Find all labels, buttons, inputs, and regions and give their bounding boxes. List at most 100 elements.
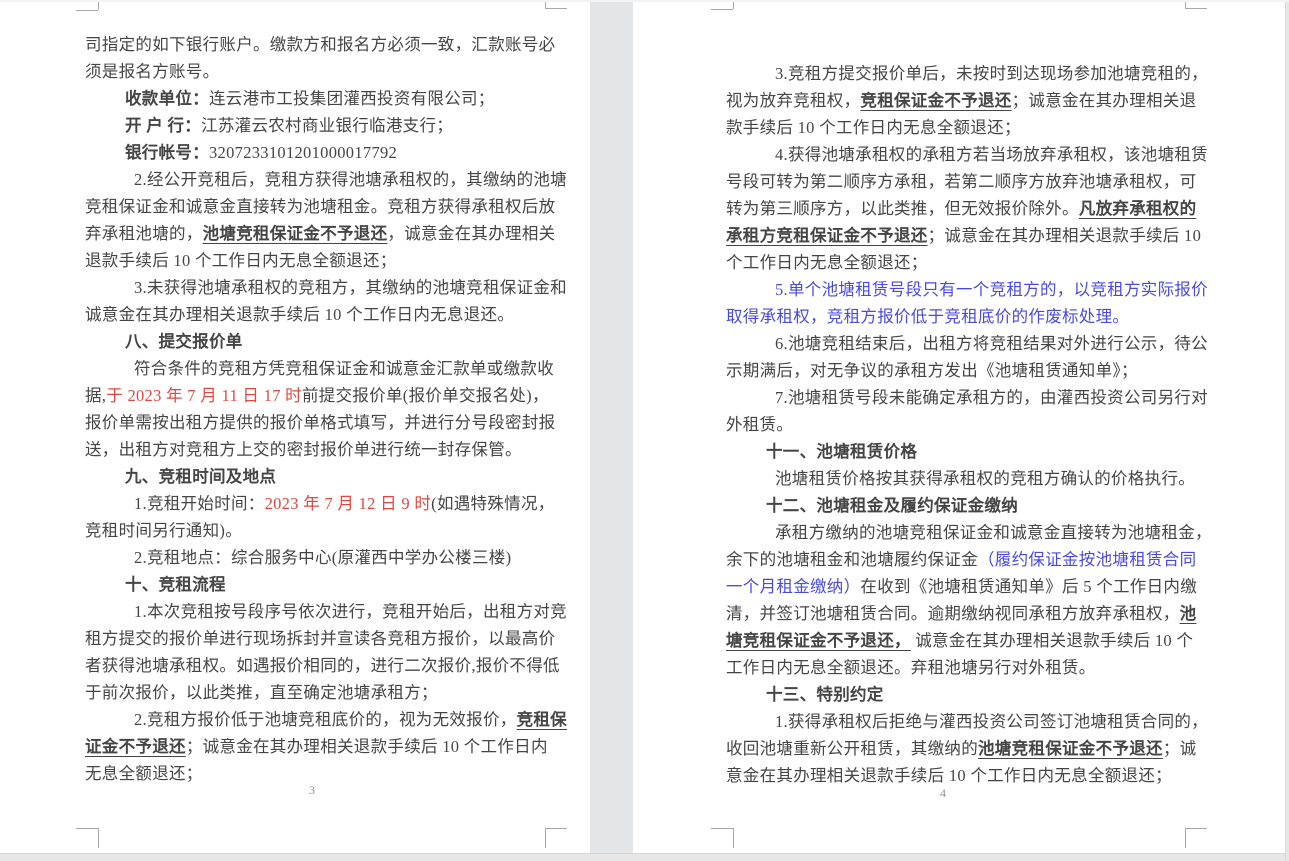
- text-segment: 在收到《池塘租赁通知单》后 5 个工作日内缴: [860, 577, 1197, 596]
- text-line: 转为第三顺序方，以此类推，但无效报价除外。凡放弃承租权的: [726, 195, 1196, 222]
- text-segment: 池: [1180, 604, 1197, 623]
- text-line: 十一、池塘租赁价格: [726, 438, 1196, 465]
- text-segment: 者获得池塘承租权。如遇报价相同的，进行二次报价,报价不得低: [85, 656, 560, 675]
- text-segment: 无息全额退还；: [85, 764, 203, 783]
- text-line: 1.本次竞租按号段序号依次进行，竞租开始后，出租方对竞: [85, 598, 553, 625]
- text-line: 十二、池塘租金及履约保证金缴纳: [726, 492, 1196, 519]
- text-line: 一个月租金缴纳）在收到《池塘租赁通知单》后 5 个工作日内缴: [726, 573, 1196, 600]
- text-segment: 前提交报价单(报价单交报名处)，: [302, 386, 549, 405]
- text-segment: 退款手续后 10 个工作日内无息全额退还；: [85, 251, 397, 270]
- crop-mark-bottom-right-h: [545, 828, 567, 829]
- text-segment: 证金不予退还: [85, 737, 186, 756]
- text-segment: 塘竞租保证金不予退还，: [726, 631, 911, 650]
- text-segment: 承租方缴纳的池塘竞租保证金和诚意金直接转为池塘租金，: [775, 523, 1212, 542]
- text-segment: 八、提交报价单: [125, 332, 243, 351]
- text-segment: ；诚意金在其办理相关退: [1012, 91, 1197, 110]
- text-segment: 于 2023 年 7 月 11 日 17 时: [106, 386, 302, 405]
- text-segment: 池塘竞租保证金不予退还: [978, 739, 1163, 758]
- text-line: 九、竞租时间及地点: [85, 463, 553, 490]
- text-segment: 3207233101201000017792: [209, 143, 397, 162]
- text-line: 号段可转为第二顺序方承租，若第二顺序方放弃池塘承租权，可: [726, 168, 1196, 195]
- text-line: 外租赁。: [726, 411, 1196, 438]
- text-segment: ，诚意金在其办理相关: [387, 224, 555, 243]
- text-segment: 意金在其办理相关退款手续后 10 个工作日内无息全额退还；: [726, 766, 1172, 785]
- text-segment: 十、竞租流程: [125, 575, 226, 594]
- text-line: 者获得池塘承租权。如遇报价相同的，进行二次报价,报价不得低: [85, 652, 553, 679]
- text-segment: 余下的池塘租金和池塘履约保证金: [726, 550, 978, 569]
- text-line: 3.未获得池塘承租权的竞租方，其缴纳的池塘竞租保证金和: [85, 274, 553, 301]
- text-segment: 6.池塘竞租结束后，出租方将竞租结果对外进行公示，待公: [775, 334, 1208, 353]
- text-line: 诚意金在其办理相关退款手续后 10 个工作日内无息退还。: [85, 301, 553, 328]
- text-segment: 租方提交的报价单进行现场拆封并宣读各竞租方报价，以最高价: [85, 629, 555, 648]
- text-line: 6.池塘竞租结束后，出租方将竞租结果对外进行公示，待公: [726, 330, 1196, 357]
- text-segment: 收回池塘重新公开租赁，其缴纳的: [726, 739, 978, 758]
- text-line: 2.经公开竞租后，竞租方获得池塘承租权的，其缴纳的池塘: [85, 166, 553, 193]
- text-segment: ；诚意金在其办理相关退款手续后 10 个工作日内: [186, 737, 548, 756]
- text-line: 竞租时间另行通知)。: [85, 517, 553, 544]
- text-segment: 号段可转为第二顺序方承租，若第二顺序方放弃池塘承租权，可: [726, 172, 1196, 191]
- text-segment: 承租方竞租保证金不予退还: [726, 226, 928, 245]
- crop-mark-bottom-left-v: [98, 828, 99, 848]
- text-line: 3.竞租方提交报价单后，未按时到达现场参加池塘竞租的，: [726, 60, 1196, 87]
- text-line: 池塘租赁价格按其获得承租权的竞租方确认的价格执行。: [726, 465, 1196, 492]
- text-segment: 竞租保证金不予退还: [860, 91, 1011, 110]
- text-line: 送，出租方对竞租方上交的密封报价单进行统一封存保管。: [85, 436, 553, 463]
- text-segment: 报价单需按出租方提供的报价单格式填写，并进行分号段密封报: [85, 413, 555, 432]
- text-segment: 取得承租权，竞租方报价低于竞租底价的作废标处理。: [726, 307, 1129, 326]
- text-segment: 2023 年 7 月 12 日 9 时: [265, 494, 432, 513]
- text-line: 司指定的如下银行账户。缴款方和报名方必须一致，汇款账号必: [85, 31, 553, 58]
- text-segment: 符合条件的竞租方凭竞租保证金和诚意金汇款单或缴款收: [134, 359, 554, 378]
- text-line: 须是报名方账号。: [85, 58, 553, 85]
- text-line: 清，并签订池塘租赁合同。逾期缴纳视同承租方放弃承租权，池: [726, 600, 1196, 627]
- text-line: 个工作日内无息全额退还；: [726, 249, 1196, 276]
- crop-mark-top-right-h: [1185, 8, 1207, 9]
- text-line: 银行帐号：3207233101201000017792: [85, 139, 553, 166]
- text-line: 款手续后 10 个工作日内无息全额退还；: [726, 114, 1196, 141]
- text-line: 余下的池塘租金和池塘履约保证金（履约保证金按池塘租赁合同: [726, 546, 1196, 573]
- text-line: 塘竞租保证金不予退还， 诚意金在其办理相关退款手续后 10 个: [726, 627, 1196, 654]
- crop-mark-bottom-right-h: [1185, 828, 1207, 829]
- text-segment: 银行帐号：: [125, 143, 209, 162]
- text-segment: ；诚: [1163, 739, 1197, 758]
- text-segment: 送，出租方对竞租方上交的密封报价单进行统一封存保管。: [85, 440, 522, 459]
- text-segment: 池塘租赁价格按其获得承租权的竞租方确认的价格执行。: [775, 469, 1195, 488]
- text-segment: 工作日内无息全额退还。弃租池塘另行对外租赁。: [726, 658, 1096, 677]
- text-segment: 江苏灌云农村商业银行临港支行；: [201, 116, 453, 135]
- text-segment: 清，并签订池塘租赁合同。逾期缴纳视同承租方放弃承租权，: [726, 604, 1180, 623]
- text-line: 弃承租池塘的，池塘竞租保证金不予退还，诚意金在其办理相关: [85, 220, 553, 247]
- canvas-bottom-gap: [0, 853, 1289, 861]
- text-line: 承租方竞租保证金不予退还；诚意金在其办理相关退款手续后 10: [726, 222, 1196, 249]
- text-line: 于前次报价，以此类推，直至确定池塘承租方；: [85, 679, 553, 706]
- text-segment: 外租赁。: [726, 415, 793, 434]
- text-line: 4.获得池塘承租权的承租方若当场放弃承租权，该池塘租赁: [726, 141, 1196, 168]
- text-line: 证金不予退还；诚意金在其办理相关退款手续后 10 个工作日内: [85, 733, 553, 760]
- text-line: 无息全额退还；: [85, 760, 553, 787]
- canvas-right-gap: [1285, 0, 1289, 861]
- text-segment: 视为放弃竞租权，: [726, 91, 860, 110]
- text-segment: 十一、池塘租赁价格: [766, 442, 917, 461]
- text-segment: 3.竞租方提交报价单后，未按时到达现场参加池塘竞租的，: [775, 64, 1208, 83]
- text-segment: 九、竞租时间及地点: [125, 467, 276, 486]
- text-line: 八、提交报价单: [85, 328, 553, 355]
- text-line: 十三、特别约定: [726, 681, 1196, 708]
- text-segment: 2.竞租方报价低于池塘竞租底价的，视为无效报价，: [134, 710, 517, 729]
- text-line: 1.竞租开始时间：2023 年 7 月 12 日 9 时(如遇特殊情况，: [85, 490, 553, 517]
- crop-mark-bottom-left-v: [733, 828, 734, 848]
- crop-mark-bottom-left-h: [76, 828, 98, 829]
- crop-mark-bottom-right-v: [1185, 828, 1186, 848]
- text-segment: 4.获得池塘承租权的承租方若当场放弃承租权，该池塘租赁: [775, 145, 1208, 164]
- text-segment: 竞租保证金和诚意金直接转为池塘租金。竞租方获得承租权后放: [85, 197, 555, 216]
- text-line: 取得承租权，竞租方报价低于竞租底价的作废标处理。: [726, 303, 1196, 330]
- text-line: 竞租保证金和诚意金直接转为池塘租金。竞租方获得承租权后放: [85, 193, 553, 220]
- text-segment: 诚意金在其办理相关退款手续后 10 个工作日内无息退还。: [85, 305, 514, 324]
- page-4-text: 3.竞租方提交报价单后，未按时到达现场参加池塘竞租的， 视为放弃竞租权，竞租保证金…: [726, 60, 1196, 789]
- text-segment: 款手续后 10 个工作日内无息全额退还；: [726, 118, 1021, 137]
- text-line: 退款手续后 10 个工作日内无息全额退还；: [85, 247, 553, 274]
- text-segment: 须是报名方账号。: [85, 62, 219, 81]
- text-line: 租方提交的报价单进行现场拆封并宣读各竞租方报价，以最高价: [85, 625, 553, 652]
- text-segment: 凡放弃承租权的: [1079, 199, 1197, 218]
- text-line: 2.竞租方报价低于池塘竞租底价的，视为无效报价，竞租保: [85, 706, 553, 733]
- text-segment: 于前次报价，以此类推，直至确定池塘承租方；: [85, 683, 438, 702]
- text-line: 符合条件的竞租方凭竞租保证金和诚意金汇款单或缴款收: [85, 355, 553, 382]
- text-line: 收款单位：连云港市工投集团灌西投资有限公司；: [85, 85, 553, 112]
